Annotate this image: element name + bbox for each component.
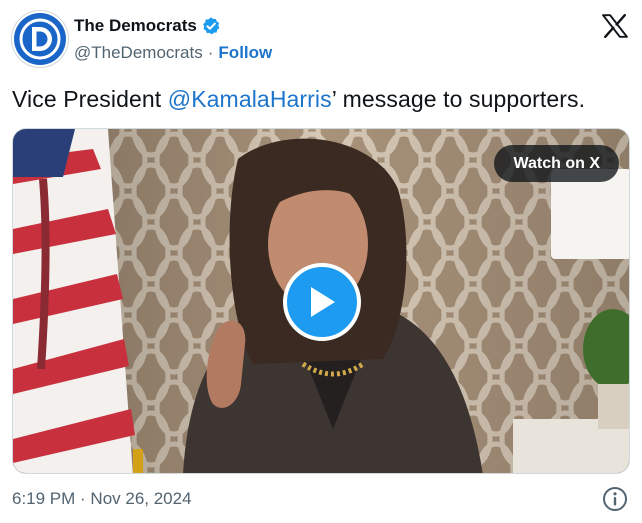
watch-on-x-button[interactable]: Watch on X bbox=[494, 145, 619, 182]
info-icon[interactable] bbox=[602, 486, 628, 512]
author-handle[interactable]: @TheDemocrats bbox=[74, 43, 203, 63]
follow-button[interactable]: Follow bbox=[218, 43, 272, 63]
lamp-image bbox=[551, 169, 629, 259]
tweet-text-before: Vice President bbox=[12, 86, 168, 112]
verified-badge-icon bbox=[202, 17, 220, 35]
x-logo-icon[interactable] bbox=[602, 14, 628, 38]
democrats-logo-icon bbox=[14, 13, 66, 65]
author-name-row[interactable]: The Democrats bbox=[74, 16, 221, 36]
tweet-text: Vice President @KamalaHarris’ message to… bbox=[12, 86, 585, 113]
mention-link[interactable]: @KamalaHarris bbox=[168, 86, 332, 112]
avatar[interactable] bbox=[11, 10, 69, 68]
video-player[interactable]: Watch on X bbox=[12, 128, 630, 474]
timestamp[interactable]: 6:19 PM · Nov 26, 2024 bbox=[12, 489, 192, 509]
play-icon[interactable] bbox=[283, 263, 361, 341]
tweet-card[interactable]: The Democrats @TheDemocrats · Follow Vic… bbox=[0, 0, 642, 523]
handle-row: @TheDemocrats · Follow bbox=[74, 43, 272, 63]
separator-dot: · bbox=[207, 43, 214, 62]
tweet-text-after: ’ message to supporters. bbox=[331, 86, 586, 112]
author-name[interactable]: The Democrats bbox=[74, 16, 197, 36]
